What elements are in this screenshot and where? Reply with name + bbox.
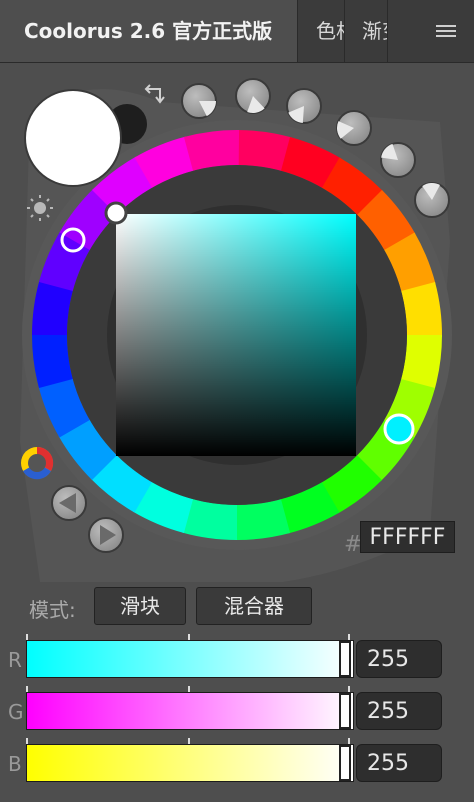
coolorus-panel: Coolorus 2.6 官方正式版 色相 渐变 — [0, 0, 474, 802]
hex-input[interactable]: FFFFFF — [360, 521, 455, 553]
channel-label-r: R — [8, 648, 22, 672]
slider-mode-button[interactable]: 滑块 — [94, 587, 186, 625]
tab-hue[interactable]: 色相 — [299, 0, 345, 62]
hue-segment[interactable] — [183, 130, 240, 171]
slider-thumb-r[interactable] — [339, 641, 351, 677]
saturation-value-square[interactable] — [116, 214, 356, 456]
hue-marker-primary[interactable] — [104, 201, 128, 225]
gamut-mask-2-icon[interactable] — [235, 78, 271, 114]
slider-track-g[interactable] — [26, 692, 354, 730]
value-field-b[interactable]: 255 — [356, 744, 442, 782]
panel-menu-button[interactable] — [420, 18, 460, 46]
current-color-swatch[interactable] — [24, 89, 122, 187]
play-icon[interactable] — [88, 517, 124, 553]
tab-bar: Coolorus 2.6 官方正式版 色相 渐变 — [0, 0, 474, 63]
channel-label-b: B — [8, 752, 22, 776]
slider-thumb-g[interactable] — [339, 693, 351, 729]
hue-segment[interactable] — [234, 499, 291, 540]
gamut-mask-4-icon[interactable] — [336, 110, 372, 146]
slider-track-r[interactable] — [26, 640, 354, 678]
gamut-mask-5-icon[interactable] — [380, 142, 416, 178]
color-wheel-area — [0, 62, 474, 582]
menu-icon-bar — [436, 30, 456, 32]
gamut-mask-1-icon[interactable] — [181, 83, 217, 119]
triangle-left-icon[interactable] — [51, 485, 87, 521]
hue-marker-selected[interactable] — [383, 413, 415, 445]
slider-track-b[interactable] — [26, 744, 354, 782]
gamut-mask-6-icon[interactable] — [414, 182, 450, 218]
menu-icon-bar — [436, 35, 456, 37]
value-field-g[interactable]: 255 — [356, 692, 442, 730]
tab-gradient[interactable]: 渐变 — [346, 0, 388, 62]
tab-coolorus[interactable]: Coolorus 2.6 官方正式版 — [0, 0, 298, 62]
hue-segment[interactable] — [32, 332, 73, 389]
color-wheel-svg — [20, 78, 452, 582]
value-field-r[interactable]: 255 — [356, 640, 442, 678]
gamut-mask-3-icon[interactable] — [286, 88, 322, 124]
hue-segment[interactable] — [401, 281, 442, 338]
slider-thumb-b[interactable] — [339, 745, 351, 781]
menu-icon — [436, 25, 456, 27]
color-triangle-icon[interactable] — [21, 446, 54, 480]
mode-label: 模式: — [29, 598, 76, 622]
mixer-mode-button[interactable]: 混合器 — [196, 587, 312, 625]
channel-label-g: G — [8, 700, 24, 724]
